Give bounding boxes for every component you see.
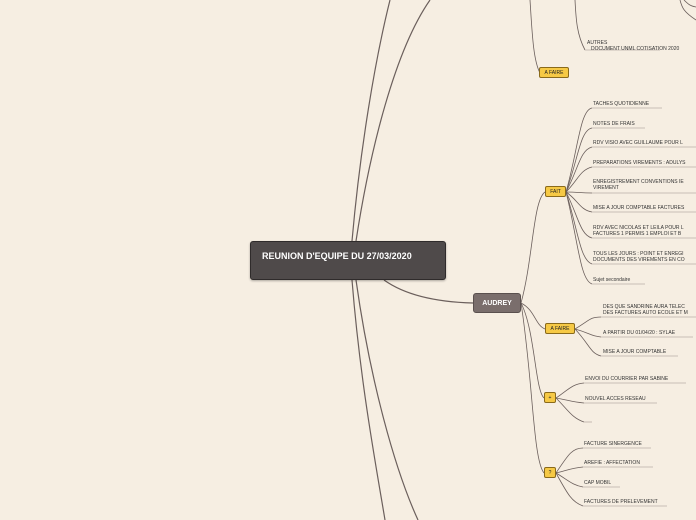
leaf-mise-a-jour-comptable[interactable]: MISE A JOUR COMPTABLE	[603, 349, 666, 355]
leaf-facture-sinergence[interactable]: FACTURE SINERGENCE	[584, 441, 642, 447]
leaf-notes-de-frais[interactable]: NOTES DE FRAIS	[593, 121, 635, 127]
central-topic[interactable]: REUNION D'EQUIPE DU 27/03/2020	[250, 241, 446, 280]
leaf-taches-quotidienne[interactable]: TACHES QUOTIDIENNE	[593, 101, 649, 107]
leaf-rdv-visio[interactable]: RDV VISIO AVEC GUILLAUME POUR L	[593, 140, 683, 146]
leaf-rdv-nicolas-leila-line2[interactable]: FACTURES 1 PERMIS 1 EMPLOI ET B	[593, 231, 681, 237]
connector-audrey-fait	[520, 191, 546, 304]
leaf-cap-mobil[interactable]: CAP MOBIL	[584, 480, 611, 486]
main-topic-audrey[interactable]: AUDREY	[473, 293, 521, 313]
leaf-a-partir-du-sylae[interactable]: A PARTIR DU 01/04/20 : SYLAE	[603, 330, 675, 336]
leaf-envoi-courrier[interactable]: ENVOI DU COURRIER PAR SABINE	[585, 376, 668, 382]
leaf-mise-a-jour-comptable-factures[interactable]: MISE A JOUR COMPTABLE FACTURES	[593, 205, 684, 211]
leaf-preparations-virements[interactable]: PREPARATIONS VIREMENTS : ADULYS	[593, 160, 686, 166]
topic-document-unml[interactable]: DOCUMENT UNML COTISATION 2020	[591, 46, 679, 52]
leaf-factures-de-prelevement[interactable]: FACTURES DE PRELEVEMENT	[584, 499, 658, 505]
leaf-des-que-sandrine-line2[interactable]: DES FACTURES AUTO ECOLE ET M	[603, 310, 688, 316]
leaf-enregistrement-conventions-line2[interactable]: VIREMENT	[593, 185, 619, 191]
connector-central-top-1	[351, 0, 391, 242]
subtopic-question[interactable]: ?	[544, 467, 556, 478]
subtopic-top-a-faire[interactable]: A FAIRE	[539, 67, 569, 78]
leaf-nouvel-acces-reseau[interactable]: NOUVEL ACCES RESEAU	[585, 396, 646, 402]
connector-audrey-plus	[520, 302, 545, 399]
connector-central-audrey	[383, 279, 474, 304]
subtopic-fait[interactable]: FAIT	[545, 186, 566, 197]
connector-audrey-afaire	[520, 302, 546, 330]
leaf-tous-les-jours-line2[interactable]: DOCUMENTS DES VIREMENTS EN CO	[593, 257, 685, 263]
leaf-arefie-affectation[interactable]: AREFIE : AFFECTATION	[584, 460, 640, 466]
leaf-sujet-secondaire[interactable]: Sujet secondaire	[593, 277, 630, 283]
subtopic-plus[interactable]: +	[544, 392, 556, 403]
connector-top-afaire	[529, 0, 541, 74]
connector-central-bottom-1	[351, 279, 386, 520]
connector-audrey-question	[520, 302, 545, 474]
subtopic-a-faire[interactable]: A FAIRE	[545, 323, 575, 334]
